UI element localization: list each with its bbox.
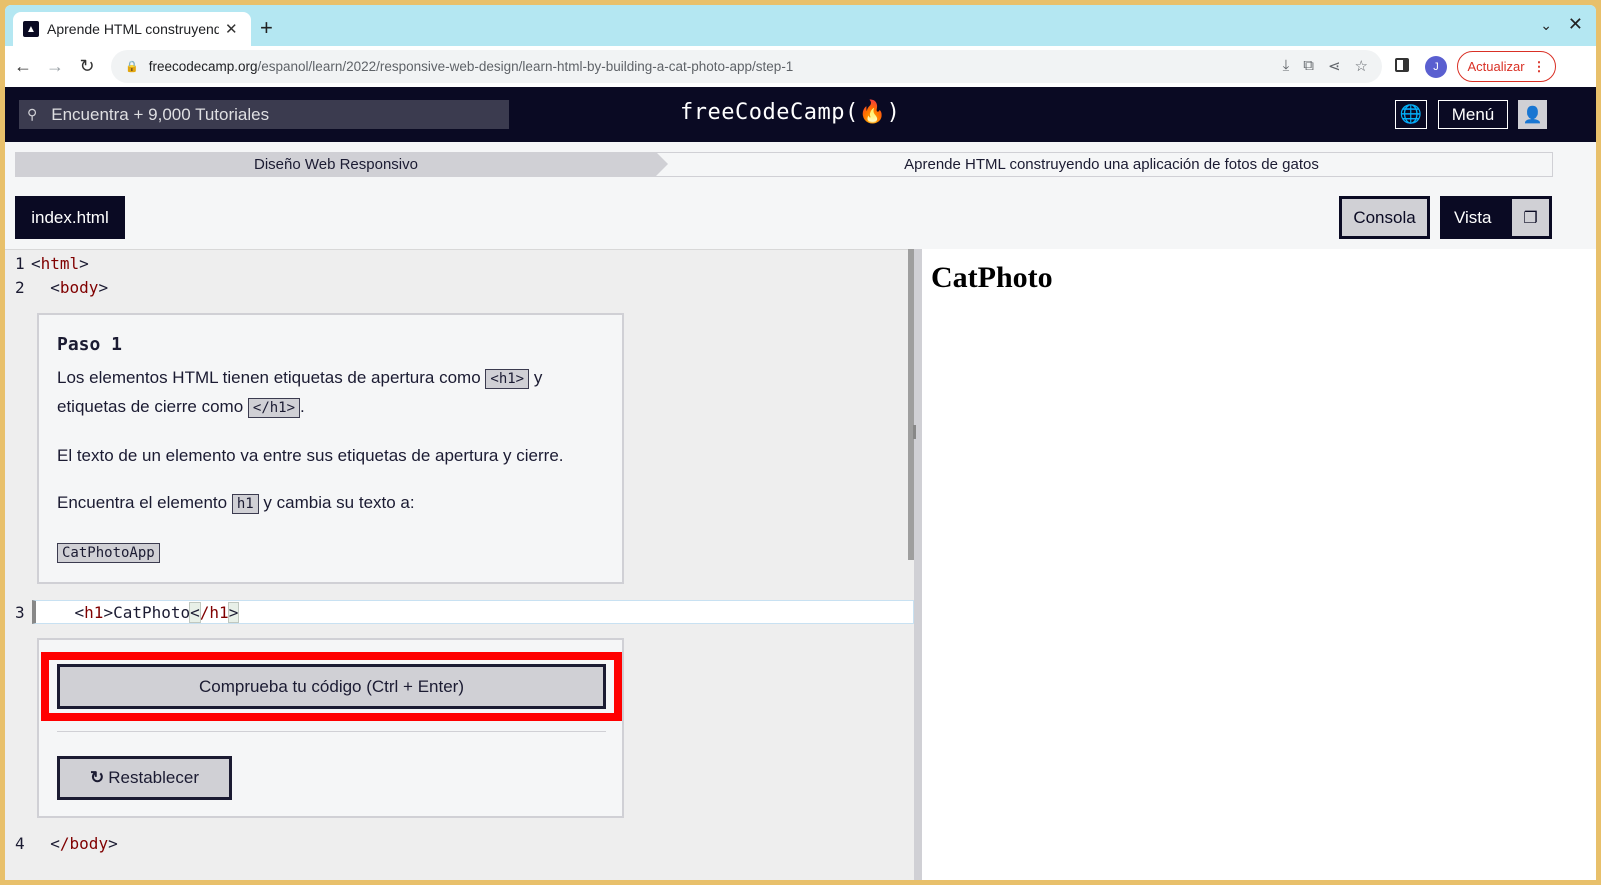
- description-paragraph-3: Encuentra el elemento h1 y cambia su tex…: [57, 493, 415, 514]
- search-icon: ⚲: [27, 106, 38, 122]
- search-placeholder: Encuentra + 9,000 Tutoriales: [51, 104, 270, 124]
- browser-tab[interactable]: ▲ Aprende HTML construyendo ✕: [13, 12, 251, 46]
- address-bar-actions: ⤓ ⧉ ⋖ ☆: [1283, 57, 1368, 75]
- window-close-button[interactable]: ✕: [1568, 14, 1583, 35]
- user-avatar-icon[interactable]: 👤: [1518, 100, 1547, 129]
- new-tab-button[interactable]: +: [260, 17, 273, 39]
- code-line-2: 2 <body>: [5, 276, 108, 300]
- fcc-navbar: ⚲ Encuentra + 9,000 Tutoriales freeCodeC…: [5, 87, 1596, 142]
- preview-label: Vista: [1454, 207, 1492, 227]
- code-line-1: 1 <html>: [5, 252, 89, 276]
- reset-icon: ↻: [90, 768, 105, 787]
- action-panel: Comprueba tu código (Ctrl + Enter) ↻ Res…: [37, 638, 624, 818]
- browser-toolbar: ← → ↻ 🔒 freecodecamp.org/espanol/learn/2…: [5, 46, 1596, 87]
- tab-strip: ▲ Aprende HTML construyendo ✕ + ⌄ ✕: [5, 5, 1596, 46]
- menu-button[interactable]: Menú: [1438, 100, 1508, 129]
- translate-icon[interactable]: ⧉: [1303, 57, 1314, 75]
- url-host: freecodecamp.org: [148, 59, 258, 74]
- update-label: Actualizar: [1467, 59, 1525, 74]
- description-paragraph-1: Los elementos HTML tienen etiquetas de a…: [57, 368, 543, 418]
- update-button[interactable]: Actualizar ⋮: [1457, 51, 1556, 82]
- preview-heading: CatPhoto: [931, 261, 1053, 294]
- preview-pane: CatPhoto: [922, 249, 1596, 880]
- tab-title: Aprende HTML construyendo: [47, 21, 219, 37]
- inline-code: </h1>: [247, 398, 301, 418]
- code-tag: body: [59, 278, 99, 297]
- code-tag: /h1: [199, 603, 229, 622]
- description-paragraph-2: El texto de un elemento va entre sus eti…: [57, 446, 564, 465]
- kebab-menu-icon: ⋮: [1532, 58, 1546, 74]
- bookmark-star-icon[interactable]: ☆: [1355, 57, 1368, 75]
- share-icon[interactable]: ⋖: [1328, 57, 1341, 75]
- breadcrumb-superblock[interactable]: Diseño Web Responsivo: [16, 152, 668, 177]
- preview-button[interactable]: Vista ❐: [1440, 196, 1552, 239]
- close-tab-icon[interactable]: ✕: [225, 20, 238, 38]
- code-line-3-editable[interactable]: <h1>CatPhoto</h1>: [32, 600, 914, 624]
- forward-arrow-icon[interactable]: →: [41, 56, 69, 77]
- search-input[interactable]: ⚲ Encuentra + 9,000 Tutoriales: [19, 100, 509, 129]
- inline-code: <h1>: [485, 369, 530, 389]
- code-tag: html: [40, 254, 80, 273]
- external-window-icon[interactable]: ❐: [1512, 199, 1549, 236]
- answer-paragraph: CatPhotoApp: [57, 538, 604, 567]
- pane-splitter[interactable]: [914, 249, 922, 880]
- reset-button[interactable]: ↻ Restablecer: [57, 756, 232, 800]
- browser-window: ▲ Aprende HTML construyendo ✕ + ⌄ ✕ ← → …: [5, 5, 1596, 880]
- console-button[interactable]: Consola: [1339, 196, 1430, 239]
- chevron-down-icon[interactable]: ⌄: [1540, 17, 1552, 34]
- step-title: Paso 1: [57, 334, 123, 355]
- tab-index-html[interactable]: index.html: [15, 196, 125, 239]
- install-icon[interactable]: ⤓: [1283, 57, 1290, 75]
- answer-code: CatPhotoApp: [57, 543, 160, 563]
- check-code-button[interactable]: Comprueba tu código (Ctrl + Enter): [57, 664, 606, 709]
- inline-code: h1: [231, 494, 259, 514]
- fcc-favicon-icon: ▲: [23, 21, 39, 37]
- line-number: 3: [15, 603, 25, 622]
- line-number: 1: [15, 254, 25, 273]
- side-panel-icon[interactable]: [1395, 58, 1409, 72]
- language-globe-icon[interactable]: 🌐: [1395, 100, 1427, 129]
- reload-icon[interactable]: ↻: [73, 56, 101, 77]
- back-arrow-icon[interactable]: ←: [9, 56, 37, 77]
- line-number: 4: [15, 834, 25, 853]
- lock-icon: 🔒: [125, 61, 139, 73]
- fcc-logo[interactable]: freeCodeCamp(🔥): [680, 100, 900, 125]
- highlight-frame: Comprueba tu código (Ctrl + Enter): [41, 652, 622, 721]
- code-tag: h1: [84, 603, 104, 622]
- reset-label: Restablecer: [108, 768, 199, 787]
- profile-avatar[interactable]: J: [1425, 56, 1447, 78]
- code-line-4: 4 </body>: [5, 832, 118, 856]
- breadcrumb-block[interactable]: Aprende HTML construyendo una aplicación…: [671, 153, 1552, 176]
- breadcrumb: Diseño Web Responsivo Aprende HTML const…: [15, 152, 1553, 177]
- url-path: /espanol/learn/2022/responsive-web-desig…: [257, 59, 794, 74]
- splitter-grip-icon[interactable]: [913, 425, 916, 439]
- line-number: 2: [15, 278, 25, 297]
- divider: [57, 731, 606, 732]
- address-bar[interactable]: 🔒 freecodecamp.org/espanol/learn/2022/re…: [111, 50, 1382, 83]
- h1-text: CatPhoto: [113, 603, 191, 622]
- challenge-description: Paso 1 Los elementos HTML tienen etiquet…: [37, 313, 624, 584]
- code-tag: /body: [59, 834, 109, 853]
- code-editor[interactable]: 1 <html> 2 <body> 3 <h1>CatPhoto</h1> 4 <…: [5, 249, 914, 880]
